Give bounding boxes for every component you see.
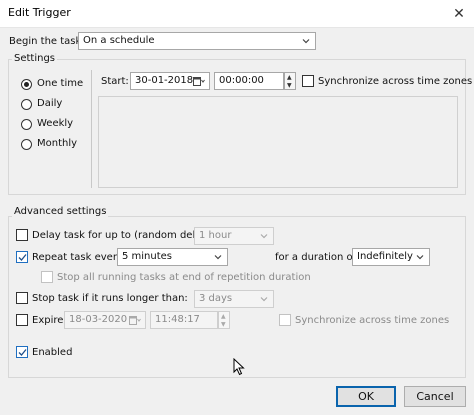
- start-time-spinner[interactable]: ▲ ▼: [284, 72, 296, 90]
- radio-daily[interactable]: [21, 99, 32, 110]
- stop-long-label: Stop task if it runs longer than:: [32, 293, 188, 304]
- sync-timezones-checkbox[interactable]: [302, 75, 314, 87]
- radio-weekly[interactable]: [21, 119, 32, 130]
- duration-label: for a duration of:: [275, 252, 360, 263]
- stop-long-dropdown[interactable]: 3 days: [194, 290, 274, 308]
- settings-separator: [91, 70, 92, 188]
- chevron-down-icon: [260, 297, 268, 302]
- close-icon[interactable]: ✕: [444, 2, 474, 26]
- expire-checkbox[interactable]: [16, 314, 28, 326]
- start-date-value: 30-01-2018: [135, 75, 194, 86]
- duration-value: Indefinitely: [357, 251, 413, 262]
- chevron-down-icon: [214, 255, 222, 260]
- start-time-field[interactable]: 00:00:00: [214, 72, 284, 90]
- radio-one-time-label: One time: [37, 78, 84, 89]
- settings-legend: Settings: [12, 53, 58, 64]
- stop-all-label: Stop all running tasks at end of repetit…: [57, 272, 311, 283]
- spin-down-icon: ▼: [287, 82, 292, 89]
- radio-one-time[interactable]: [21, 79, 32, 90]
- delay-dropdown[interactable]: 1 hour: [194, 227, 274, 245]
- enabled-checkbox[interactable]: [16, 346, 28, 358]
- enabled-label: Enabled: [32, 347, 73, 358]
- repeat-interval-dropdown[interactable]: 5 minutes: [117, 248, 228, 266]
- duration-dropdown[interactable]: Indefinitely: [352, 248, 430, 266]
- begin-task-dropdown[interactable]: On a schedule: [78, 32, 316, 50]
- repeat-checkbox[interactable]: [16, 251, 28, 263]
- cancel-button[interactable]: Cancel: [404, 386, 466, 407]
- start-date-picker[interactable]: 30-01-2018: [130, 72, 210, 90]
- begin-task-label: Begin the task:: [9, 36, 85, 47]
- delay-label: Delay task for up to (random delay):: [32, 230, 215, 241]
- expire-time-field[interactable]: 11:48:17: [150, 311, 218, 329]
- stop-long-checkbox[interactable]: [16, 292, 28, 304]
- sync-timezones-label: Synchronize across time zones: [318, 76, 473, 87]
- stop-all-checkbox[interactable]: [41, 271, 53, 283]
- repeat-label: Repeat task every:: [32, 252, 126, 263]
- chevron-down-icon: [416, 255, 424, 260]
- expire-time-spinner[interactable]: ▲ ▼: [218, 311, 230, 329]
- expire-date-picker[interactable]: 18-03-2020: [64, 311, 146, 329]
- start-label: Start:: [101, 76, 129, 87]
- chevron-down-icon: [302, 39, 310, 44]
- window-title: Edit Trigger: [8, 6, 71, 19]
- ok-button[interactable]: OK: [336, 386, 396, 407]
- expire-time-value: 11:48:17: [155, 314, 200, 325]
- stop-long-value: 3 days: [199, 293, 233, 304]
- expire-sync-checkbox[interactable]: [279, 314, 291, 326]
- expire-label: Expire:: [32, 315, 67, 326]
- delay-value: 1 hour: [199, 230, 232, 241]
- title-bar: Edit Trigger ✕: [0, 0, 474, 28]
- mouse-cursor-icon: [233, 358, 245, 376]
- checkmark-icon: [18, 349, 27, 356]
- spin-up-icon: ▲: [287, 74, 292, 81]
- calendar-icon: [129, 316, 141, 325]
- recurrence-panel: [98, 96, 458, 188]
- begin-task-value: On a schedule: [83, 35, 155, 46]
- radio-weekly-label: Weekly: [37, 118, 74, 129]
- advanced-settings-legend: Advanced settings: [12, 206, 109, 217]
- start-time-value: 00:00:00: [219, 75, 264, 86]
- spin-down-icon: ▼: [221, 321, 226, 328]
- radio-daily-label: Daily: [37, 98, 63, 109]
- radio-monthly[interactable]: [21, 139, 32, 150]
- chevron-down-icon: [260, 234, 268, 239]
- radio-monthly-label: Monthly: [37, 138, 78, 149]
- spin-up-icon: ▲: [221, 313, 226, 320]
- delay-checkbox[interactable]: [16, 229, 28, 241]
- calendar-icon: [193, 77, 205, 86]
- expire-date-value: 18-03-2020: [69, 314, 128, 325]
- repeat-interval-value: 5 minutes: [122, 251, 173, 262]
- expire-sync-label: Synchronize across time zones: [295, 315, 450, 326]
- checkmark-icon: [18, 254, 27, 261]
